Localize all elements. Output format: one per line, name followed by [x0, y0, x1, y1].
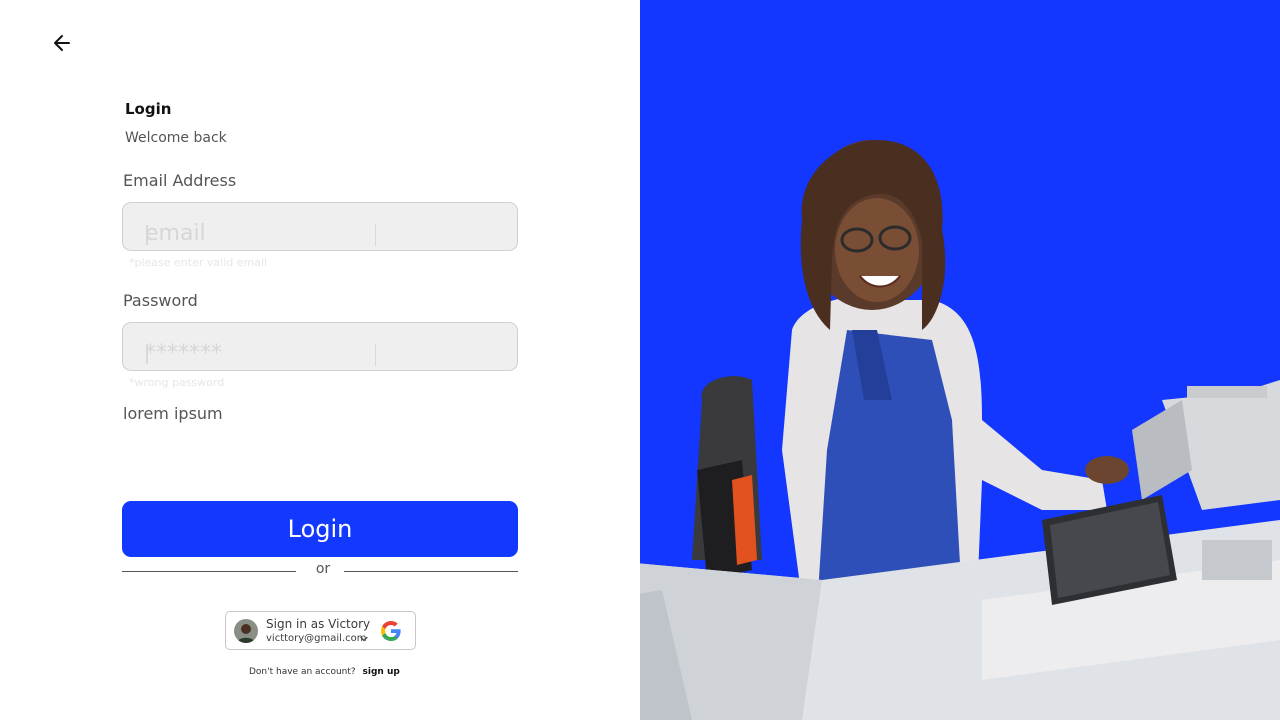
email-caret: [146, 225, 148, 245]
signup-prompt: Don't have an account?: [249, 667, 356, 677]
divider-right: [344, 571, 518, 572]
page-title: Login: [125, 100, 172, 118]
page-subtitle: Welcome back: [125, 130, 227, 146]
divider-text: or: [315, 561, 331, 577]
password-label: Password: [123, 291, 198, 310]
password-field-wrapper: [122, 322, 518, 371]
google-account-name: Sign in as Victory: [266, 617, 371, 631]
google-signin-button[interactable]: Sign in as Victory victtory@gmail.com: [225, 611, 416, 650]
login-panel: Login Welcome back Email Address *please…: [0, 0, 640, 720]
email-divider-mark: [375, 224, 376, 246]
password-hint: *wrong password: [129, 376, 225, 389]
email-field[interactable]: [123, 203, 517, 250]
google-logo-icon: [381, 621, 401, 641]
extra-label: lorem ipsum: [123, 404, 223, 423]
hero-image-panel: [640, 0, 1280, 720]
email-hint: *please enter valid email: [129, 256, 268, 269]
login-button[interactable]: Login: [122, 501, 518, 557]
signup-link[interactable]: sign up: [363, 667, 400, 677]
google-account-email: victtory@gmail.com: [266, 633, 367, 644]
back-button[interactable]: [50, 30, 76, 56]
password-divider-mark: [375, 344, 376, 366]
divider-left: [122, 571, 296, 572]
arrow-left-icon: [54, 35, 70, 51]
email-label: Email Address: [123, 171, 237, 190]
signup-row: Don't have an account? sign up: [249, 667, 400, 677]
password-field[interactable]: [123, 323, 517, 370]
email-field-wrapper: [122, 202, 518, 251]
chevron-down-icon: [360, 636, 368, 642]
avatar: [234, 619, 258, 643]
cashier-photo: [640, 140, 1280, 720]
password-caret: [146, 344, 148, 364]
